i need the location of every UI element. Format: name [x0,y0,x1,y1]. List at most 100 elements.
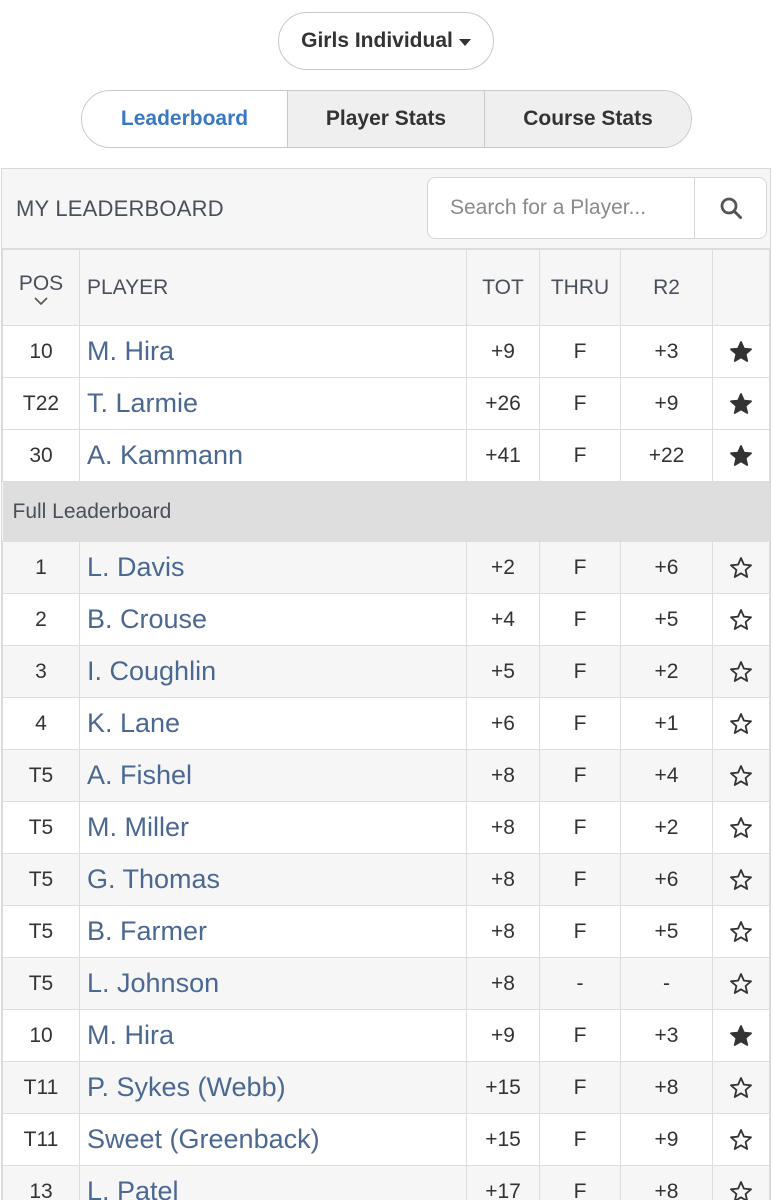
cell-tot: +9 [466,1009,540,1062]
cell-thru: F [539,541,621,594]
star-outline-icon [730,920,752,942]
cell-pos: 10 [2,1009,80,1062]
division-select[interactable]: Girls Individual [278,12,494,70]
cell-thru: F [539,1009,621,1062]
favorite-toggle[interactable] [712,1009,770,1062]
favorite-toggle[interactable] [712,905,770,958]
table-row[interactable]: T22 T. Larmie +26 F +9 [2,377,770,430]
favorite-toggle[interactable] [712,429,770,482]
table-row[interactable]: T5 B. Farmer +8 F +5 [2,905,770,958]
cell-thru: F [539,1165,621,1200]
player-link[interactable]: M. Miller [79,801,467,854]
player-link[interactable]: B. Crouse [79,593,467,646]
table-header-row: POS PLAYER TOT THRU R2 [2,249,770,326]
col-tot-header[interactable]: TOT [466,249,540,326]
star-outline-icon [730,1076,752,1098]
player-link[interactable]: A. Fishel [79,749,467,802]
star-outline-icon [730,972,752,994]
cell-tot: +4 [466,593,540,646]
division-select-label: Girls Individual [301,29,453,52]
table-row[interactable]: 3 I. Coughlin +5 F +2 [2,645,770,698]
favorite-toggle[interactable] [712,325,770,378]
player-link[interactable]: L. Davis [79,541,467,594]
player-link[interactable]: P. Sykes (Webb) [79,1061,467,1114]
star-outline-icon [730,1128,752,1150]
cell-r2: +22 [620,429,713,482]
player-link[interactable]: Sweet (Greenback) [79,1113,467,1166]
cell-thru: F [539,801,621,854]
star-filled-icon [730,340,752,362]
favorite-toggle[interactable] [712,697,770,750]
favorite-toggle[interactable] [712,1165,770,1200]
cell-thru: F [539,1113,621,1166]
cell-r2: +2 [620,801,713,854]
full-leaderboard-section: Full Leaderboard [2,481,770,542]
player-link[interactable]: G. Thomas [79,853,467,906]
favorite-toggle[interactable] [712,377,770,430]
player-link[interactable]: A. Kammann [79,429,467,482]
table-row[interactable]: T5 M. Miller +8 F +2 [2,801,770,854]
table-row[interactable]: T5 A. Fishel +8 F +4 [2,749,770,802]
search-icon [720,197,742,219]
cell-pos: 30 [2,429,80,482]
player-link[interactable]: I. Coughlin [79,645,467,698]
table-row[interactable]: T5 G. Thomas +8 F +6 [2,853,770,906]
player-link[interactable]: T. Larmie [79,377,467,430]
cell-thru: F [539,645,621,698]
cell-thru: F [539,429,621,482]
cell-r2: - [620,957,713,1010]
player-link[interactable]: K. Lane [79,697,467,750]
player-link[interactable]: B. Farmer [79,905,467,958]
favorite-toggle[interactable] [712,593,770,646]
table-row[interactable]: 30 A. Kammann +41 F +22 [2,429,770,482]
table-row[interactable]: T11 Sweet (Greenback) +15 F +9 [2,1113,770,1166]
col-pos-header[interactable]: POS [2,249,80,326]
table-row[interactable]: 10 M. Hira +9 F +3 [2,1009,770,1062]
cell-r2: +8 [620,1061,713,1114]
star-filled-icon [730,392,752,414]
cell-thru: F [539,593,621,646]
cell-pos: 3 [2,645,80,698]
table-row[interactable]: 4 K. Lane +6 F +1 [2,697,770,750]
favorite-toggle[interactable] [712,1061,770,1114]
favorite-toggle[interactable] [712,645,770,698]
col-player-header[interactable]: PLAYER [79,249,467,326]
favorite-toggle[interactable] [712,749,770,802]
search-button[interactable] [694,178,766,238]
player-link[interactable]: L. Johnson [79,957,467,1010]
cell-r2: +3 [620,325,713,378]
table-row[interactable]: 13 L. Patel +17 F +8 [2,1165,770,1200]
cell-r2: +1 [620,697,713,750]
player-link[interactable]: L. Patel [79,1165,467,1200]
table-row[interactable]: T5 L. Johnson +8- - [2,957,770,1010]
cell-tot: +2 [466,541,540,594]
cell-tot: +8 [466,853,540,906]
favorite-toggle[interactable] [712,1113,770,1166]
tab-player-stats[interactable]: Player Stats [287,91,484,147]
col-thru-header[interactable]: THRU [539,249,621,326]
tab-course-stats[interactable]: Course Stats [484,91,691,147]
favorite-toggle[interactable] [712,541,770,594]
tab-leaderboard[interactable]: Leaderboard [82,91,287,147]
cell-r2: +3 [620,1009,713,1062]
player-link[interactable]: M. Hira [79,325,467,378]
table-row[interactable]: 2 B. Crouse +4 F +5 [2,593,770,646]
search-input[interactable]: Search for a Player... [428,196,694,220]
cell-pos: 13 [2,1165,80,1200]
table-row[interactable]: 10 M. Hira +9 F +3 [2,325,770,378]
table-row[interactable]: 1 L. Davis +2 F +6 [2,541,770,594]
cell-r2: +8 [620,1165,713,1200]
cell-r2: +9 [620,377,713,430]
favorite-toggle[interactable] [712,957,770,1010]
cell-tot: +15 [466,1061,540,1114]
col-r2-header[interactable]: R2 [620,249,713,326]
favorite-toggle[interactable] [712,801,770,854]
cell-pos: T11 [2,1061,80,1114]
table-row[interactable]: T11 P. Sykes (Webb) +15 F +8 [2,1061,770,1114]
cell-thru: F [539,749,621,802]
cell-thru: - [539,957,621,1010]
caret-down-icon [458,38,471,46]
player-search[interactable]: Search for a Player... [427,177,767,239]
favorite-toggle[interactable] [712,853,770,906]
player-link[interactable]: M. Hira [79,1009,467,1062]
